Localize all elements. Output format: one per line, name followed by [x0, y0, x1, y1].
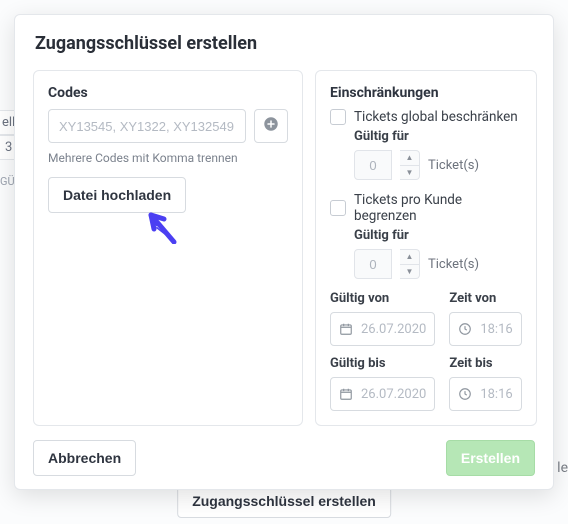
time-to-value: 18:16 [480, 387, 512, 402]
valid-from-label: Gültig von [330, 291, 435, 306]
time-from-input[interactable]: 18:16 [449, 312, 521, 346]
clock-icon [458, 322, 472, 336]
valid-from-value: 26.07.2020 [361, 322, 426, 337]
valid-to-label: Gültig bis [330, 356, 435, 371]
calendar-icon [339, 387, 353, 401]
codes-input[interactable] [48, 109, 246, 143]
plus-circle-icon [262, 115, 280, 137]
time-to-input[interactable]: 18:16 [449, 377, 521, 411]
codes-panel: Codes Mehrere Codes mit Komma trennen Da… [33, 70, 303, 426]
time-to-label: Zeit bis [449, 356, 521, 371]
create-access-key-modal: Zugangsschlüssel erstellen Codes Mehrere… [14, 14, 554, 490]
per-customer-ticket-count-input[interactable] [354, 249, 392, 279]
modal-body: Codes Mehrere Codes mit Komma trennen Da… [15, 70, 553, 426]
create-button[interactable]: Erstellen [446, 440, 535, 476]
bg-fragment: le [557, 460, 568, 476]
valid-to-value: 26.07.2020 [361, 387, 426, 402]
cancel-button[interactable]: Abbrechen [33, 440, 136, 476]
global-ticket-count-input[interactable] [354, 150, 392, 180]
per-customer-stepper[interactable]: ▲▼ [400, 249, 420, 279]
global-limit-checkbox[interactable] [330, 109, 346, 125]
chevron-down-icon: ▼ [400, 166, 419, 180]
chevron-down-icon: ▼ [400, 265, 419, 279]
modal-footer: Abbrechen Erstellen [15, 426, 553, 492]
codes-section-title: Codes [48, 85, 288, 101]
global-valid-for-label: Gültig für [354, 129, 522, 144]
add-code-button[interactable] [254, 109, 288, 143]
upload-file-button[interactable]: Datei hochladen [48, 177, 186, 213]
chevron-up-icon: ▲ [400, 151, 419, 166]
calendar-icon [339, 322, 353, 336]
chevron-up-icon: ▲ [400, 250, 419, 265]
codes-hint: Mehrere Codes mit Komma trennen [48, 151, 288, 165]
global-limit-label: Tickets global beschränken [354, 109, 518, 125]
valid-from-input[interactable]: 26.07.2020 [330, 312, 435, 346]
time-from-value: 18:16 [480, 322, 512, 337]
valid-to-input[interactable]: 26.07.2020 [330, 377, 435, 411]
restrictions-section-title: Einschränkungen [330, 85, 522, 101]
bg-fragment: GÜ [0, 175, 15, 188]
restrictions-panel: Einschränkungen Tickets global beschränk… [315, 70, 537, 426]
global-stepper[interactable]: ▲▼ [400, 150, 420, 180]
global-unit-label: Ticket(s) [428, 158, 479, 173]
per-customer-valid-for-label: Gültig für [354, 228, 522, 243]
time-from-label: Zeit von [449, 291, 521, 306]
clock-icon [458, 387, 472, 401]
per-customer-limit-checkbox[interactable] [330, 200, 346, 216]
modal-title: Zugangsschlüssel erstellen [15, 15, 553, 70]
per-customer-limit-label: Tickets pro Kunde begrenzen [354, 192, 522, 224]
per-customer-unit-label: Ticket(s) [428, 257, 479, 272]
